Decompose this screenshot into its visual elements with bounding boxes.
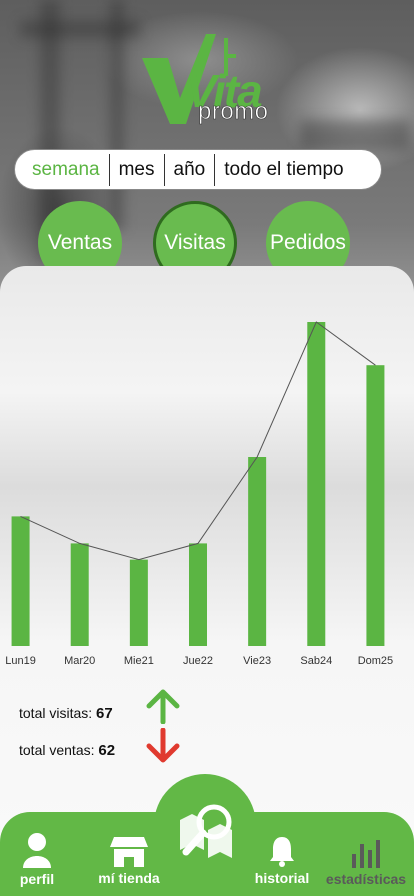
total-visits-label: total visitas: (19, 705, 93, 721)
bell-icon (270, 837, 294, 867)
bar-Vie23 (248, 457, 267, 646)
nav-perfil-label: perfil (19, 871, 55, 887)
nav-perfil[interactable]: perfil (12, 832, 62, 887)
x-tick-label: Jue22 (183, 655, 213, 667)
bar-chart-icon (352, 840, 380, 868)
nav-historial[interactable]: historial (249, 835, 315, 886)
period-week[interactable]: semana (15, 154, 109, 186)
bar-Mie21 (129, 559, 148, 646)
bar-Sab24 (307, 322, 326, 646)
visits-bar-chart: Lun19 Mar20 Mie21 Jue22 Vie23 Sab24 Dom25 (5, 321, 393, 667)
bar-Jue22 (189, 543, 207, 646)
nav-estadisticas-label: estadísticas (325, 871, 407, 887)
period-year[interactable]: año (163, 153, 215, 186)
nav-mi-tienda-label: mí tienda (98, 870, 160, 886)
bar-Dom25 (366, 365, 385, 646)
bar-Mar20 (70, 543, 89, 646)
x-tick-label: Sab24 (300, 655, 332, 667)
x-tick-label: Dom25 (358, 655, 393, 667)
period-month[interactable]: mes (108, 153, 164, 186)
period-all-time[interactable]: todo el tiempo (214, 153, 352, 186)
x-tick-label: Vie23 (243, 655, 271, 667)
nav-mi-tienda[interactable]: mí tienda (88, 835, 170, 886)
arrow-down-icon (146, 728, 180, 763)
period-selector: semana mes año todo el tiempo (14, 149, 382, 190)
total-sales: total ventas: 62 (19, 742, 115, 759)
total-sales-label: total ventas: (19, 742, 95, 758)
x-tick-label: Lun19 (5, 655, 36, 667)
user-icon (23, 833, 51, 868)
nav-estadisticas[interactable]: estadísticas (320, 838, 412, 887)
arrow-up-icon (146, 689, 180, 724)
map-search-icon (180, 804, 232, 858)
x-tick-label: Mar20 (64, 655, 95, 667)
logo-subtitle: promo (198, 98, 269, 126)
total-visits: total visitas: 67 (19, 705, 113, 722)
search-map-button[interactable] (174, 800, 238, 865)
total-visits-value: 67 (96, 705, 113, 722)
x-tick-label: Mie21 (124, 655, 154, 667)
total-sales-value: 62 (98, 742, 116, 759)
store-icon (110, 837, 148, 867)
nav-historial-label: historial (254, 870, 310, 886)
bar-Lun19 (11, 516, 30, 646)
vita-promo-logo: Vita promo (140, 28, 280, 128)
